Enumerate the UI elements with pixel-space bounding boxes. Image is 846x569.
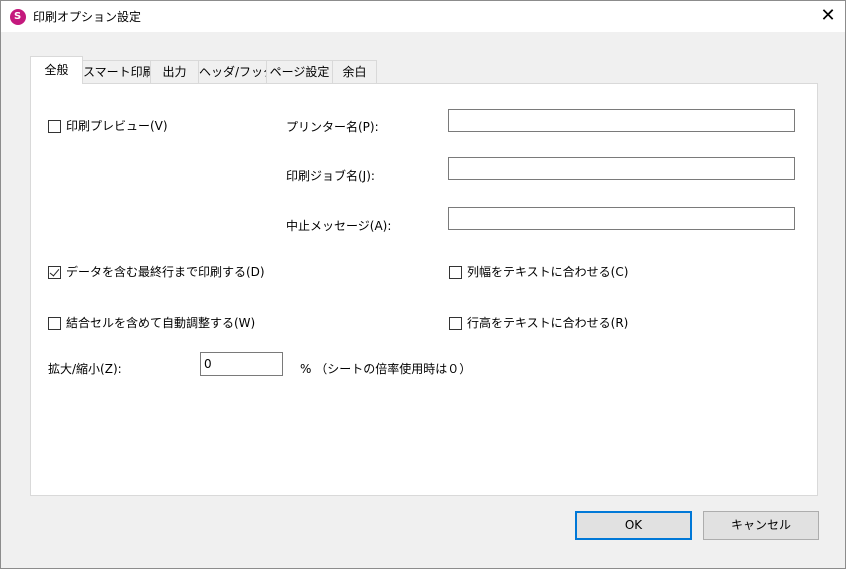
ok-button[interactable]: OK	[575, 511, 692, 540]
cancel-button[interactable]: キャンセル	[703, 511, 819, 540]
fit-column-width-checkbox[interactable]	[449, 266, 462, 279]
zoom-label: 拡大/縮小(Z):	[48, 362, 122, 376]
print-to-last-row-label: データを含む最終行まで印刷する(D)	[66, 265, 265, 279]
title-bar: S 印刷オプション設定 ✕	[1, 1, 845, 32]
tab-header-footer[interactable]: ヘッダ/フッタ	[198, 60, 275, 83]
auto-adjust-merged-checkbox[interactable]	[48, 317, 61, 330]
print-preview-checkbox[interactable]	[48, 120, 61, 133]
window-title: 印刷オプション設定	[33, 10, 142, 24]
zoom-input[interactable]	[200, 352, 283, 376]
print-to-last-row-checkbox[interactable]	[48, 266, 61, 279]
tab-output[interactable]: 出力	[150, 60, 199, 83]
zoom-suffix-text: % （シートの倍率使用時は０）	[300, 362, 472, 376]
print-job-name-input[interactable]	[448, 157, 795, 180]
tab-general[interactable]: 全般	[30, 56, 83, 84]
app-logo-icon: S	[10, 9, 26, 25]
auto-adjust-merged-label: 結合セルを含めて自動調整する(W)	[66, 316, 256, 330]
fit-row-height-checkbox[interactable]	[449, 317, 462, 330]
close-icon[interactable]: ✕	[815, 5, 841, 29]
print-job-name-label: 印刷ジョブ名(J):	[286, 169, 375, 183]
print-options-dialog: S 印刷オプション設定 ✕ 全般 スマート印刷 出力 ヘッダ/フッタ ページ設定…	[0, 0, 846, 569]
general-tab-panel	[30, 83, 818, 496]
abort-message-label: 中止メッセージ(A):	[286, 219, 392, 233]
abort-message-input[interactable]	[448, 207, 795, 230]
tab-page-setup[interactable]: ページ設定	[266, 60, 333, 83]
fit-row-height-label: 行高をテキストに合わせる(R)	[467, 316, 629, 330]
print-preview-label: 印刷プレビュー(V)	[66, 119, 168, 133]
tab-smart-print[interactable]: スマート印刷	[82, 60, 155, 83]
printer-name-label: プリンター名(P):	[286, 120, 379, 134]
fit-column-width-label: 列幅をテキストに合わせる(C)	[467, 265, 629, 279]
tab-margins[interactable]: 余白	[332, 60, 377, 83]
printer-name-input[interactable]	[448, 109, 795, 132]
